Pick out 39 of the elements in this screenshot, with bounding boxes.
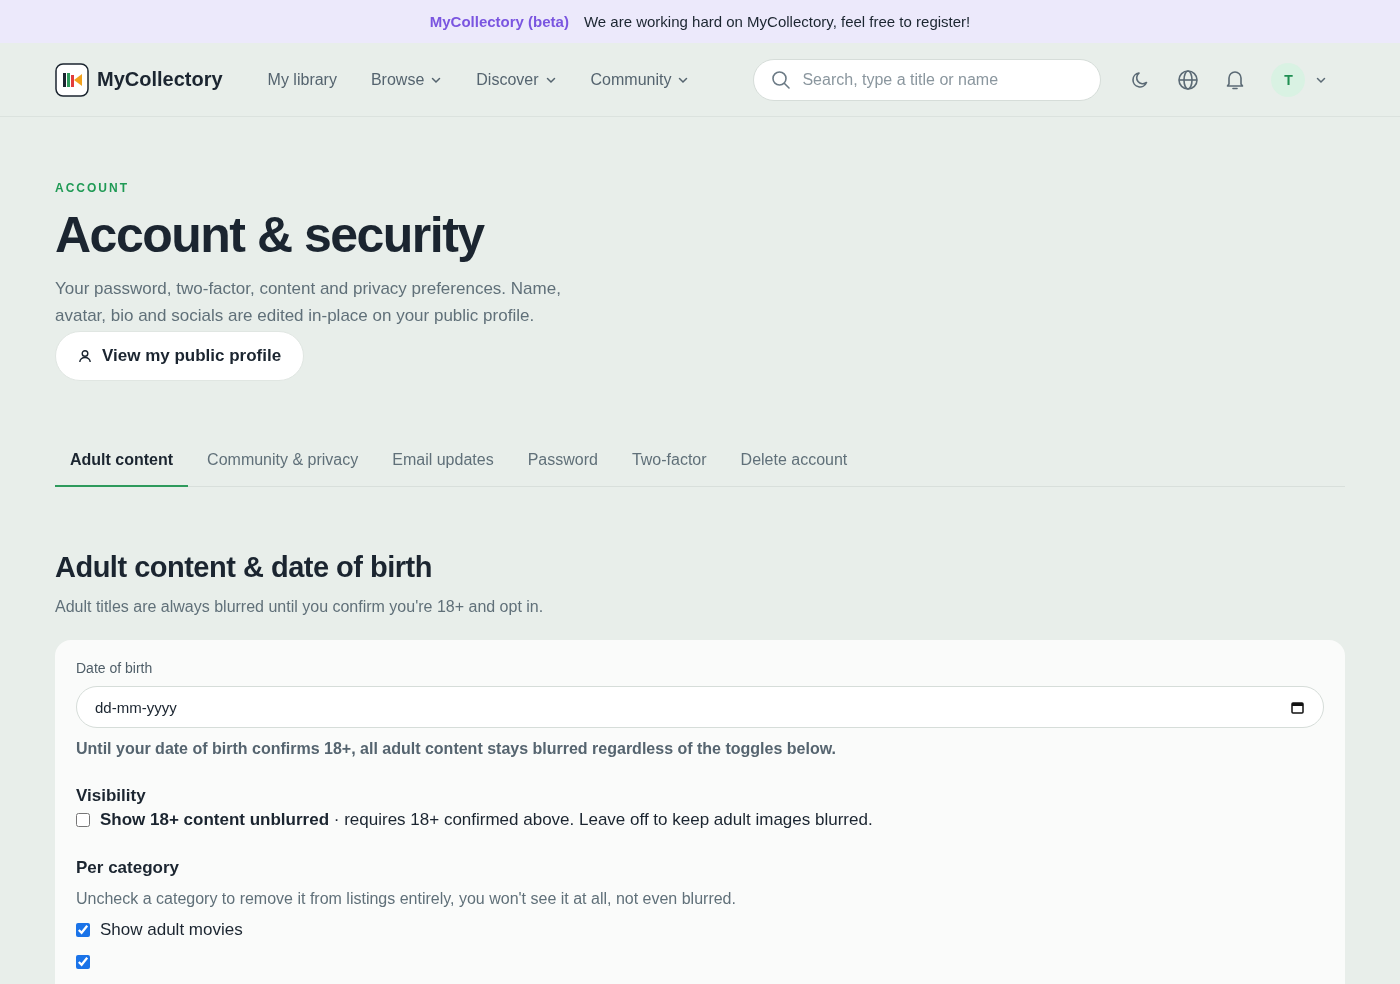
tab[interactable]: Email updates bbox=[377, 443, 509, 487]
section-title: Adult content & date of birth bbox=[55, 551, 433, 584]
globe-icon[interactable] bbox=[1177, 68, 1200, 91]
tab[interactable]: Community & privacy bbox=[192, 443, 374, 487]
search-field[interactable]: Search, type a title or name bbox=[753, 58, 1102, 101]
person-icon bbox=[78, 349, 92, 363]
nav-link[interactable]: Browse bbox=[370, 70, 443, 89]
checkbox[interactable] bbox=[76, 955, 90, 969]
group-heading: Visibility bbox=[76, 786, 147, 806]
logo-text[interactable]: MyCollectory bbox=[97, 68, 223, 91]
field-hint: Until your date of birth confirms 18+, all adult content stays blurred regardless of the toggles below. bbox=[76, 740, 837, 758]
tab[interactable]: Password bbox=[512, 443, 613, 487]
user-avatar[interactable]: T bbox=[1271, 62, 1306, 97]
nav-link[interactable]: My library bbox=[267, 70, 337, 89]
date-field[interactable]: dd-mm-yyyy bbox=[76, 686, 1324, 728]
group-description: Uncheck a category to remove it from listings entirely, you won't see it at all, not even blurred. bbox=[76, 890, 737, 908]
nav-link[interactable]: Discover bbox=[476, 70, 557, 89]
date-placeholder: dd-mm-yyyy bbox=[95, 698, 177, 716]
checkbox-label: Show 18+ content unblurred bbox=[100, 810, 330, 829]
page-title: Account & security bbox=[55, 206, 486, 265]
tab[interactable]: Two-factor bbox=[616, 443, 722, 487]
view-profile-button[interactable]: View my public profile bbox=[55, 331, 305, 381]
calendar-icon[interactable] bbox=[1291, 700, 1304, 714]
bell-icon[interactable] bbox=[1225, 68, 1246, 91]
nav-link[interactable]: Community bbox=[590, 70, 690, 89]
checkbox-label: Show adult movies bbox=[100, 920, 243, 940]
checkbox[interactable] bbox=[76, 923, 90, 937]
page-description: Your password, two-factor, content and privacy preferences. Name, avatar, bio and socials are edited in-place on your public profile. bbox=[55, 278, 562, 327]
section-description: Adult titles are always blurred until you confirm you're 18+ and opt in. bbox=[55, 598, 545, 616]
field-label: Date of birth bbox=[76, 660, 154, 676]
tab[interactable]: Delete account bbox=[725, 443, 863, 487]
checkbox-note: · requires 18+ confirmed above. Leave off to keep adult images blurred. bbox=[333, 810, 873, 829]
beta-label: MyCollectory (beta) bbox=[429, 13, 569, 30]
checkbox[interactable] bbox=[76, 813, 90, 827]
section-eyebrow: ACCOUNT bbox=[55, 181, 130, 195]
tab[interactable]: Adult content bbox=[55, 443, 189, 487]
logo-icon[interactable] bbox=[55, 62, 89, 97]
group-heading: Per category bbox=[76, 858, 180, 878]
banner-message: We are working hard on MyCollectory, feel free to register! bbox=[583, 13, 971, 30]
